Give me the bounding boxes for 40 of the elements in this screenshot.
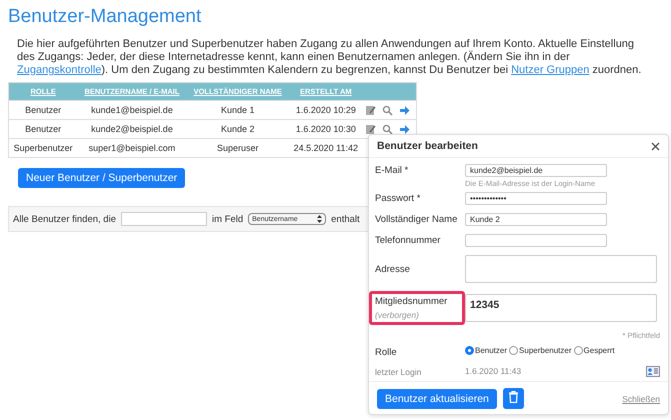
last-login-label: letzter Login <box>375 366 422 376</box>
table-cell: Benutzer <box>8 120 78 138</box>
role-radio[interactable]: Superbenutzer <box>509 346 572 355</box>
new-user-button[interactable]: Neuer Benutzer / Superbenutzer <box>18 168 186 188</box>
table-cell: 24.5.2020 11:42 <box>288 138 363 158</box>
field-label: Vollständiger Name <box>375 214 458 225</box>
access-control-link[interactable]: Zugangskontrolle <box>17 64 102 76</box>
table-cell: Benutzer <box>8 100 78 120</box>
table-cell: Kunde 2 <box>186 120 289 138</box>
table-cell: kunde1@beispiel.de <box>77 100 187 120</box>
last-login-value: 1.6.2020 11:43 <box>465 366 522 377</box>
role-label: Rolle <box>375 346 398 358</box>
table-cell: Superuser <box>186 138 289 158</box>
table-cell: Superbenutzer <box>8 138 78 158</box>
intro-paragraph: Die hier aufgeführten Benutzer und Superbenutzer haben Zugang zu allen Anwendungen auf Ihrem Konto. Aktuelle Einstellung des Zugangs: Jeder, der diese Internetadresse kennt, kann einen Benutzernamen anlegen. (Ändern Sie ihn in der Zugangskontrolle). Um den Zugang zu bestimmten Kalendern zu begrenzen, kannst Du Benutzer bei Nutzer Gruppen zuordnen. <box>17 38 642 77</box>
field-label: Mitgliedsnummer <box>375 296 448 307</box>
field-label: E-Mail * <box>375 165 410 176</box>
field-label: Adresse <box>375 264 411 274</box>
dialog-title: Benutzer bearbeiten <box>377 140 478 152</box>
update-user-button[interactable]: Benutzer aktualisieren <box>377 388 497 408</box>
field-label: im Feld <box>212 214 244 224</box>
table-cell: 1.6.2020 10:29 <box>288 100 363 120</box>
table-cell: 1.6.2020 10:30 <box>288 120 363 138</box>
close-link[interactable]: Schließen <box>622 394 660 404</box>
text-area[interactable]: 12345 <box>465 294 657 322</box>
role-radio[interactable]: Benutzer <box>465 346 508 355</box>
table-cell: super1@beispiel.com <box>77 138 187 158</box>
user-groups-link[interactable]: Nutzer Gruppen <box>511 64 590 76</box>
input-field[interactable]: Kunde 2 <box>465 213 607 226</box>
field-label: Telefonnummer <box>375 235 442 246</box>
table-cell: kunde2@beispiel.de <box>77 120 187 138</box>
input-field[interactable]: kunde2@beispiel.de <box>465 164 607 177</box>
page-title: Benutzer-Management <box>8 6 202 28</box>
input-field[interactable]: ••••••••••••• <box>465 192 607 205</box>
role-radio[interactable]: Gesperrt <box>574 346 615 355</box>
search-label: Alle Benutzer finden, die <box>13 214 116 224</box>
field-label: Passwort * <box>375 193 422 204</box>
table-cell: Kunde 1 <box>186 100 289 120</box>
field-sublabel: (verborgen) <box>375 310 420 320</box>
search-suffix: enthalt <box>331 214 360 224</box>
